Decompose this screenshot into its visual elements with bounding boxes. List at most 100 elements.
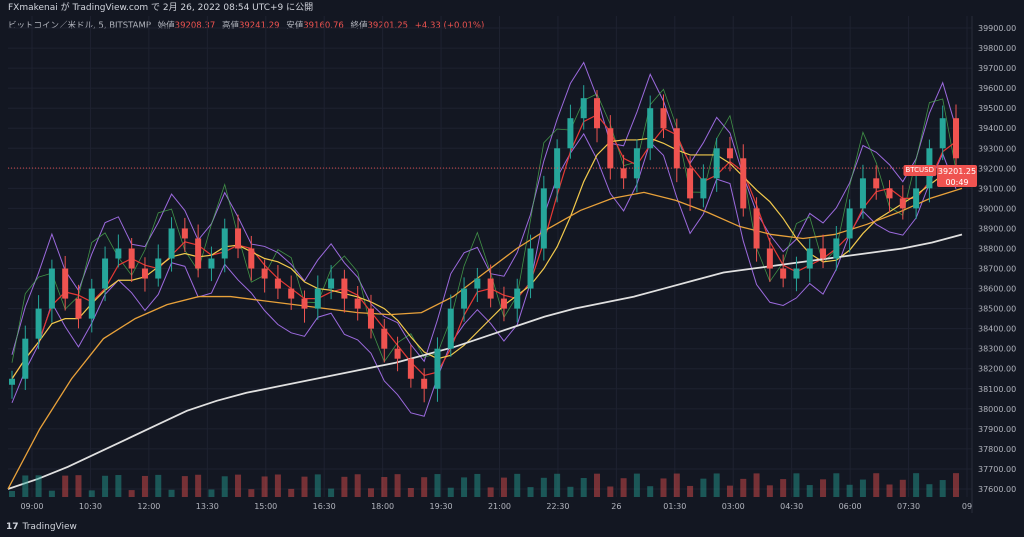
candle-body: [833, 238, 840, 259]
ma-red-line: [11, 114, 957, 380]
volume-bar: [567, 486, 574, 497]
volume-bar: [235, 474, 242, 497]
volume-bar: [447, 487, 454, 497]
candle-body: [740, 158, 747, 209]
volume-bar: [700, 478, 707, 497]
candle-body: [274, 278, 281, 289]
y-tick-label: 38200.00: [978, 365, 1016, 374]
volume-bar: [314, 474, 321, 497]
volume-bar: [354, 474, 361, 497]
volume-bar: [115, 475, 122, 497]
candle-body: [780, 268, 787, 279]
candle-body: [301, 298, 308, 309]
y-tick-label: 38000.00: [978, 405, 1016, 414]
lagging-span-line: [11, 88, 957, 363]
volume-bar: [500, 477, 507, 497]
x-tick-label: 13:30: [196, 502, 219, 511]
volume-bar: [926, 484, 933, 497]
candle-body: [540, 188, 547, 249]
volume-bar: [580, 478, 587, 497]
candle-body: [407, 358, 414, 379]
volume-bar: [341, 476, 348, 497]
x-tick-label: 22:30: [546, 502, 569, 511]
last-price-box: 39201.25 00:49: [937, 165, 977, 188]
y-tick-label: 38500.00: [978, 305, 1016, 314]
candle-body: [594, 98, 601, 129]
y-tick-label: 39700.00: [978, 64, 1016, 73]
volume-bar: [328, 488, 335, 497]
volume-bar: [128, 490, 135, 497]
y-tick-label: 39100.00: [978, 184, 1016, 193]
candle-body: [820, 248, 827, 259]
volume-bar: [88, 490, 95, 497]
tradingview-logo-icon: 17: [6, 522, 19, 532]
volume-bar: [780, 479, 787, 497]
x-tick-label: 04:30: [780, 502, 803, 511]
last-price: 39201.25: [937, 167, 977, 177]
volume-bar: [726, 485, 733, 497]
x-tick-label: 21:00: [488, 502, 511, 511]
brand-footer[interactable]: 17 TradingView: [6, 521, 77, 533]
candle-body: [367, 308, 374, 329]
volume-bar: [673, 473, 680, 497]
y-tick-label: 38700.00: [978, 265, 1016, 274]
volume-bar: [62, 475, 69, 497]
volume-bar: [514, 473, 521, 497]
volume-bar: [953, 473, 959, 497]
x-tick-label: 26: [611, 502, 621, 511]
volume-bar: [660, 478, 667, 497]
candle-body: [939, 118, 946, 149]
y-tick-label: 37700.00: [978, 465, 1016, 474]
volume-bar: [288, 488, 295, 497]
volume-bar: [713, 473, 720, 497]
candle-body: [235, 228, 242, 249]
y-tick-label: 38900.00: [978, 224, 1016, 233]
volume-bar: [195, 474, 202, 497]
x-tick-label: 09: [962, 502, 972, 511]
candle-body: [248, 248, 255, 269]
y-tick-label: 37900.00: [978, 425, 1016, 434]
volume-bar: [886, 484, 893, 497]
volume-bar: [687, 485, 694, 497]
candle-body: [354, 298, 361, 309]
candle-body: [474, 278, 481, 289]
y-tick-label: 38300.00: [978, 345, 1016, 354]
bollinger-lower-line: [11, 132, 957, 417]
candle-body: [48, 268, 55, 309]
volume-bar: [873, 473, 880, 497]
volume-bar: [75, 475, 82, 497]
volume-bar: [527, 487, 534, 497]
y-tick-label: 38100.00: [978, 385, 1016, 394]
candle-body: [753, 208, 760, 249]
volume-bar: [301, 476, 308, 497]
candle-body: [846, 208, 853, 239]
volume-bar: [647, 486, 654, 497]
volume-bar: [753, 473, 760, 497]
price-chart[interactable]: 37600.00 37700.00 37800.00 37900.00 38000.00…: [0, 0, 1024, 537]
volume-bar: [487, 487, 494, 497]
candle-body: [766, 248, 773, 269]
symbol-tag: BTCUSD: [903, 165, 936, 177]
volume-bar: [421, 477, 428, 497]
volume-bar: [859, 479, 866, 497]
y-tick-label: 39000.00: [978, 204, 1016, 213]
volume-bar: [633, 473, 640, 497]
volume-bar: [740, 478, 747, 497]
candle-body: [9, 378, 15, 385]
volume-bar: [899, 479, 906, 497]
volume-bar: [381, 477, 388, 497]
volume-bar: [208, 489, 215, 497]
candle-body: [886, 188, 893, 199]
x-tick-label: 10:30: [79, 502, 102, 511]
candle-body: [913, 188, 920, 209]
y-tick-label: 39300.00: [978, 144, 1016, 153]
candle-body: [899, 198, 906, 209]
candle-body: [647, 108, 654, 149]
volume-bar: [554, 473, 561, 497]
candle-body: [461, 288, 468, 309]
volume-bar: [913, 473, 920, 497]
brand-name: TradingView: [22, 522, 77, 532]
volume-bar: [9, 491, 15, 497]
volume-bar: [141, 475, 148, 497]
candle-body: [421, 378, 428, 389]
